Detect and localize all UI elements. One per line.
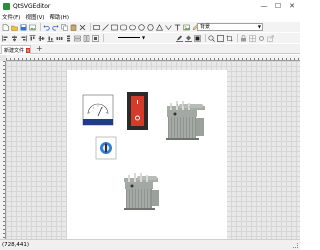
canvas-svg — [82, 92, 205, 210]
add-tab-button[interactable]: + — [36, 44, 43, 54]
distribute-v-icon[interactable] — [65, 35, 72, 42]
distribute-h-icon[interactable] — [56, 35, 63, 42]
color-picker-icon[interactable] — [194, 34, 201, 42]
image-icon[interactable] — [29, 24, 36, 31]
toolbar-separator — [205, 34, 206, 42]
rect-tool-icon[interactable] — [93, 24, 100, 31]
toolbar-separator — [90, 23, 91, 31]
rect-tool-2-icon[interactable] — [111, 24, 118, 31]
canvas-workspace[interactable] — [6, 61, 300, 241]
polyline-tool-icon[interactable] — [165, 24, 172, 31]
status-bar: (728,441) — [0, 239, 300, 250]
close-button[interactable]: ✕ — [285, 0, 299, 12]
align-left-icon[interactable] — [2, 35, 9, 42]
delete-icon[interactable] — [79, 24, 86, 31]
lock-icon[interactable] — [240, 34, 247, 42]
zoom-icon[interactable] — [208, 34, 215, 42]
circle-tool-icon[interactable] — [138, 23, 145, 31]
frame-icon[interactable] — [217, 34, 224, 42]
fill-color-icon[interactable] — [185, 35, 192, 42]
same-width-icon[interactable] — [74, 35, 81, 42]
menu-view[interactable]: 视图(V) — [25, 13, 44, 21]
tab-label: 新建文件 — [4, 47, 25, 54]
redo-icon[interactable] — [52, 24, 59, 31]
red-rocker-switch[interactable] — [127, 92, 148, 130]
toolbar-separator — [40, 23, 41, 31]
canvas-page[interactable] — [67, 70, 227, 241]
same-size-icon[interactable] — [92, 34, 99, 42]
power-transformer-1[interactable] — [166, 101, 205, 140]
menu-bar: 文件(F) 视图(V) 帮助(H) — [0, 12, 300, 22]
paste-icon[interactable] — [70, 24, 77, 31]
minimize-button[interactable]: — — [257, 0, 271, 12]
title-bar: QtSVGEditor — ☐ ✕ — [0, 0, 300, 12]
tab-new-file[interactable]: 新建文件 × — [1, 45, 31, 54]
hexagon-tool-icon[interactable] — [147, 24, 154, 31]
pen-color-icon[interactable] — [176, 35, 183, 42]
export-icon[interactable] — [267, 34, 274, 42]
chevron-down-icon: ▼ — [142, 35, 146, 40]
open-folder-icon[interactable] — [11, 24, 18, 31]
toolbar-separator — [103, 34, 104, 42]
align-top-icon[interactable] — [29, 34, 36, 42]
window-title: QtSVGEditor — [13, 2, 51, 10]
new-file-icon[interactable] — [2, 23, 9, 31]
chevron-down-icon: ▼ — [257, 24, 261, 29]
maximize-button[interactable]: ☐ — [271, 0, 285, 12]
align-bottom-icon[interactable] — [47, 35, 54, 42]
copy-icon[interactable] — [61, 23, 68, 31]
menu-file[interactable]: 文件(F) — [2, 13, 20, 21]
triangle-tool-icon[interactable] — [156, 23, 163, 31]
rounded-rect-tool-icon[interactable] — [120, 24, 127, 31]
text-tool-icon[interactable] — [174, 24, 181, 31]
rotary-switch[interactable] — [95, 136, 117, 160]
layer-select[interactable]: 背景 ▼ — [197, 23, 263, 31]
ellipse-tool-icon[interactable] — [129, 24, 136, 31]
align-center-icon[interactable] — [11, 35, 18, 42]
analog-meter[interactable] — [82, 94, 114, 126]
line-style-select[interactable]: ▼ — [118, 34, 148, 41]
color-tools — [176, 33, 276, 43]
undo-icon[interactable] — [43, 24, 50, 31]
crop-icon[interactable] — [226, 35, 233, 42]
settings-icon[interactable] — [258, 35, 265, 42]
image-tool-icon[interactable] — [183, 24, 190, 31]
same-height-icon[interactable] — [83, 34, 90, 42]
save-icon[interactable] — [20, 24, 27, 31]
close-icon[interactable]: × — [26, 47, 30, 53]
layer-select-value: 背景 — [200, 24, 211, 30]
line-tool-icon[interactable] — [102, 23, 109, 31]
align-right-icon[interactable] — [20, 35, 27, 42]
document-tabs: 新建文件 × + — [0, 44, 300, 54]
app-icon — [3, 2, 10, 10]
power-transformer-2[interactable] — [124, 173, 159, 210]
menu-help[interactable]: 帮助(H) — [50, 13, 69, 21]
line-style-sample — [118, 37, 140, 38]
table-icon[interactable] — [249, 34, 256, 42]
resize-grip-icon[interactable] — [293, 243, 298, 248]
align-middle-icon[interactable] — [38, 35, 45, 42]
cursor-coordinates: (728,441) — [2, 242, 30, 248]
toolbar-separator — [237, 34, 238, 42]
